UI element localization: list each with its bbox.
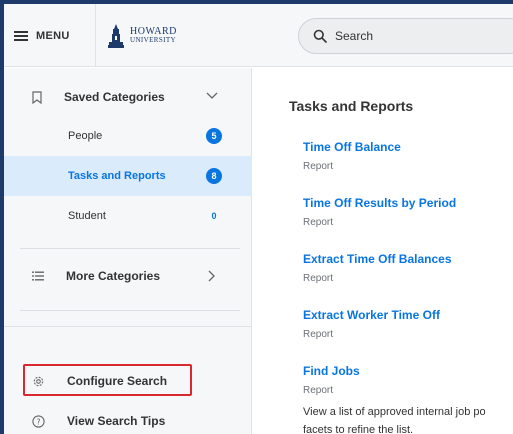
sidebar-footer-separator	[4, 326, 252, 327]
configure-search-button[interactable]: Configure Search	[4, 363, 252, 399]
result-item: Extract Time Off Balances Report	[303, 252, 513, 284]
category-sidebar: Saved Categories People 5 Tasks and Repo…	[4, 68, 252, 434]
sidebar-item-student[interactable]: Student 0	[4, 196, 252, 236]
university-tower-icon	[108, 24, 124, 48]
result-description: View a list of approved internal job po …	[303, 403, 513, 434]
sidebar-divider	[20, 248, 240, 249]
count-badge: 0	[211, 211, 217, 221]
gear-icon	[33, 376, 44, 386]
result-type: Report	[303, 161, 334, 172]
saved-categories-label: Saved Categories	[64, 90, 165, 104]
result-title-link[interactable]: Find Jobs	[303, 364, 513, 378]
result-description-line: View a list of approved internal job po	[303, 406, 486, 418]
menu-button[interactable]: MENU	[4, 4, 96, 67]
top-header: MENU HOWARD UNIVERSITY Search	[4, 4, 513, 67]
result-description-line: facets to refine the list.	[303, 424, 414, 434]
search-results-panel: Tasks and Reports Time Off Balance Repor…	[253, 68, 513, 434]
sidebar-item-label: Student	[68, 210, 106, 222]
result-type: Report	[303, 217, 334, 228]
count-badge: 8	[206, 168, 222, 184]
help-icon: ?	[32, 414, 45, 428]
chevron-right-icon	[208, 270, 215, 282]
menu-label: MENU	[36, 29, 70, 42]
configure-search-label: Configure Search	[67, 374, 168, 388]
view-search-tips-label: View Search Tips	[67, 414, 166, 428]
search-input[interactable]: Search	[298, 18, 513, 54]
logo-text: HOWARD UNIVERSITY	[130, 27, 177, 45]
bookmark-icon	[32, 90, 42, 104]
howard-university-logo[interactable]: HOWARD UNIVERSITY	[108, 21, 177, 51]
view-search-tips-button[interactable]: ? View Search Tips	[4, 403, 252, 434]
count-badge: 5	[206, 128, 222, 144]
workday-window: MENU HOWARD UNIVERSITY Search Saved Cate…	[4, 4, 513, 434]
logo-line-2: UNIVERSITY	[130, 36, 176, 44]
search-icon	[313, 29, 327, 43]
hamburger-icon	[14, 30, 28, 41]
sidebar-divider	[20, 310, 240, 311]
result-item: Time Off Results by Period Report	[303, 196, 513, 228]
result-title-link[interactable]: Time Off Results by Period	[303, 196, 513, 210]
sidebar-item-people[interactable]: People 5	[4, 116, 252, 156]
sidebar-item-tasks-and-reports[interactable]: Tasks and Reports 8	[4, 156, 252, 196]
result-item: Extract Worker Time Off Report	[303, 308, 513, 340]
list-icon	[32, 271, 44, 281]
result-type: Report	[303, 329, 334, 340]
search-placeholder: Search	[335, 29, 374, 43]
result-type: Report	[303, 273, 334, 284]
more-categories-label: More Categories	[66, 269, 161, 283]
result-item: Find Jobs Report View a list of approved…	[303, 364, 513, 434]
saved-categories-toggle[interactable]: Saved Categories	[4, 78, 252, 116]
results-heading: Tasks and Reports	[289, 98, 414, 114]
result-title-link[interactable]: Time Off Balance	[303, 140, 513, 154]
chevron-down-icon	[206, 92, 218, 99]
result-item: Time Off Balance Report	[303, 140, 513, 172]
sidebar-item-label: Tasks and Reports	[68, 170, 166, 182]
svg-text:?: ?	[36, 417, 40, 426]
result-type: Report	[303, 385, 334, 396]
more-categories-toggle[interactable]: More Categories	[4, 256, 252, 296]
result-title-link[interactable]: Extract Time Off Balances	[303, 252, 513, 266]
result-title-link[interactable]: Extract Worker Time Off	[303, 308, 513, 322]
sidebar-item-label: People	[68, 130, 103, 142]
